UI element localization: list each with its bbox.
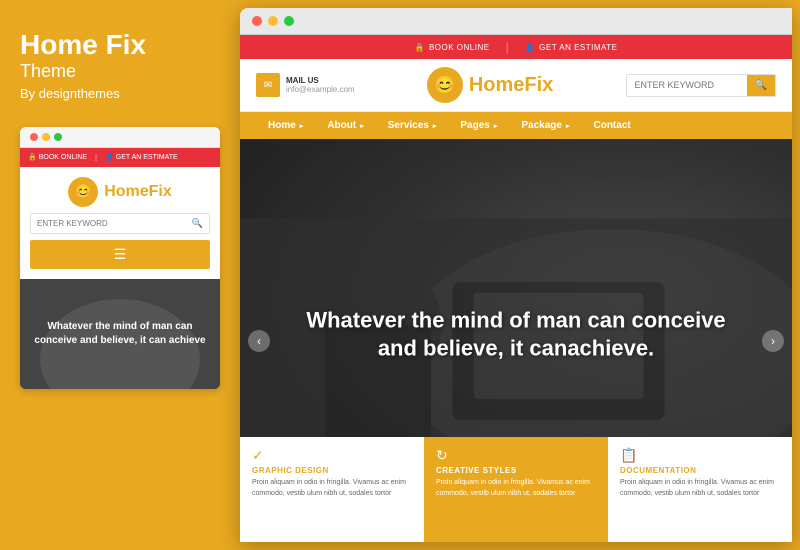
mail-icon: ✉ (256, 73, 280, 97)
nav-arrow-about: ▸ (360, 122, 364, 130)
site-mail: ✉ MAIL US info@example.com (256, 73, 355, 97)
mobile-menu-btn[interactable]: ☰ (30, 240, 210, 269)
mobile-browser-bar (20, 127, 220, 148)
theme-title-block: Home Fix Theme By designthemes (20, 30, 220, 101)
mobile-top-bar: 🔒 BOOK ONLINE | 👤 GET AN ESTIMATE (20, 148, 220, 167)
mobile-header: 😊 HomeFix 🔍 ☰ (20, 167, 220, 279)
theme-subtitle: Theme (20, 61, 220, 82)
card-graphic-design: ✓ GRAPHIC DESIGN Proin aliquam in odio i… (240, 437, 424, 542)
hero-next-btn[interactable]: › (762, 330, 784, 352)
card-title-3: DOCUMENTATION (620, 466, 780, 475)
site-search[interactable]: 🔍 (626, 74, 776, 97)
site-search-btn[interactable]: 🔍 (747, 75, 775, 96)
dot-green (54, 133, 62, 141)
left-panel: Home Fix Theme By designthemes 🔒 BOOK ON… (0, 0, 240, 550)
mobile-book-btn[interactable]: 🔒 BOOK ONLINE (28, 153, 87, 161)
hero-text-block: Whatever the mind of man can conceive an… (295, 306, 737, 363)
hero-heading: Whatever the mind of man can conceive an… (295, 306, 737, 363)
browser-dot-green (284, 16, 294, 26)
mobile-search-input[interactable] (31, 214, 186, 233)
nav-arrow-services: ▸ (433, 122, 437, 130)
theme-title: Home Fix (20, 30, 220, 61)
right-panel: 🔒 BOOK ONLINE | 👤 GET AN ESTIMATE ✉ MAIL… (240, 8, 792, 542)
site-logo-text: HomeFix (469, 74, 553, 97)
card-check-icon: ✓ (252, 447, 412, 464)
site-estimate-btn[interactable]: 👤 GET AN ESTIMATE (525, 43, 618, 52)
browser-dot-red (252, 16, 262, 26)
mobile-hero: Whatever the mind of man can conceive an… (20, 279, 220, 389)
card-body-2: Proin aliquam in odio in fringilla. Viva… (436, 478, 596, 499)
card-refresh-icon: ↻ (436, 447, 596, 464)
browser-dot-yellow (268, 16, 278, 26)
dot-red (30, 133, 38, 141)
site-top-bar: 🔒 BOOK ONLINE | 👤 GET AN ESTIMATE (240, 35, 792, 59)
website-content: 🔒 BOOK ONLINE | 👤 GET AN ESTIMATE ✉ MAIL… (240, 35, 792, 542)
theme-author: By designthemes (20, 86, 220, 101)
mail-label: MAIL US (286, 76, 355, 85)
card-body-1: Proin aliquam in odio in fringilla. Viva… (252, 478, 412, 499)
nav-item-services[interactable]: Services ▸ (376, 112, 449, 139)
card-body-3: Proin aliquam in odio in fringilla. Viva… (620, 478, 780, 499)
nav-item-home[interactable]: Home ▸ (256, 112, 315, 139)
mail-address: info@example.com (286, 85, 355, 94)
top-bar-separator: | (95, 153, 97, 162)
nav-arrow-pages: ▸ (494, 122, 498, 130)
site-logo[interactable]: 😊 HomeFix (427, 67, 553, 103)
mobile-logo-text: HomeFix (104, 183, 172, 201)
site-nav: Home ▸ About ▸ Services ▸ Pages ▸ Packag… (240, 112, 792, 139)
pipe-separator: | (506, 40, 509, 54)
mobile-logo: 😊 HomeFix (68, 177, 172, 207)
dot-yellow (42, 133, 50, 141)
mail-info: MAIL US info@example.com (286, 76, 355, 94)
mobile-search[interactable]: 🔍 (30, 213, 210, 234)
site-hero: Whatever the mind of man can conceive an… (240, 139, 792, 542)
card-doc-icon: 📋 (620, 447, 780, 464)
card-creative-styles: ↻ CREATIVE STYLES Proin aliquam in odio … (424, 437, 608, 542)
hero-prev-btn[interactable]: ‹ (248, 330, 270, 352)
card-title-1: GRAPHIC DESIGN (252, 466, 412, 475)
site-book-btn[interactable]: 🔒 BOOK ONLINE (414, 43, 489, 52)
card-documentation: 📋 DOCUMENTATION Proin aliquam in odio in… (608, 437, 792, 542)
nav-item-contact[interactable]: Contact (581, 112, 642, 139)
browser-chrome (240, 8, 792, 35)
site-logo-icon: 😊 (427, 67, 463, 103)
cards-row: ✓ GRAPHIC DESIGN Proin aliquam in odio i… (240, 437, 792, 542)
nav-item-about[interactable]: About ▸ (315, 112, 375, 139)
mobile-logo-icon: 😊 (68, 177, 98, 207)
mobile-preview: 🔒 BOOK ONLINE | 👤 GET AN ESTIMATE 😊 Home… (20, 127, 220, 389)
site-search-input[interactable] (627, 75, 747, 96)
site-header: ✉ MAIL US info@example.com 😊 HomeFix 🔍 (240, 59, 792, 112)
nav-item-pages[interactable]: Pages ▸ (448, 112, 509, 139)
nav-item-package[interactable]: Package ▸ (509, 112, 581, 139)
card-title-2: CREATIVE STYLES (436, 466, 596, 475)
mobile-estimate-btn[interactable]: 👤 GET AN ESTIMATE (105, 153, 178, 161)
nav-arrow-home: ▸ (300, 122, 304, 130)
nav-arrow-package: ▸ (566, 122, 570, 130)
mobile-search-btn[interactable]: 🔍 (186, 214, 209, 233)
mobile-hero-text: Whatever the mind of man can conceive an… (20, 312, 220, 356)
